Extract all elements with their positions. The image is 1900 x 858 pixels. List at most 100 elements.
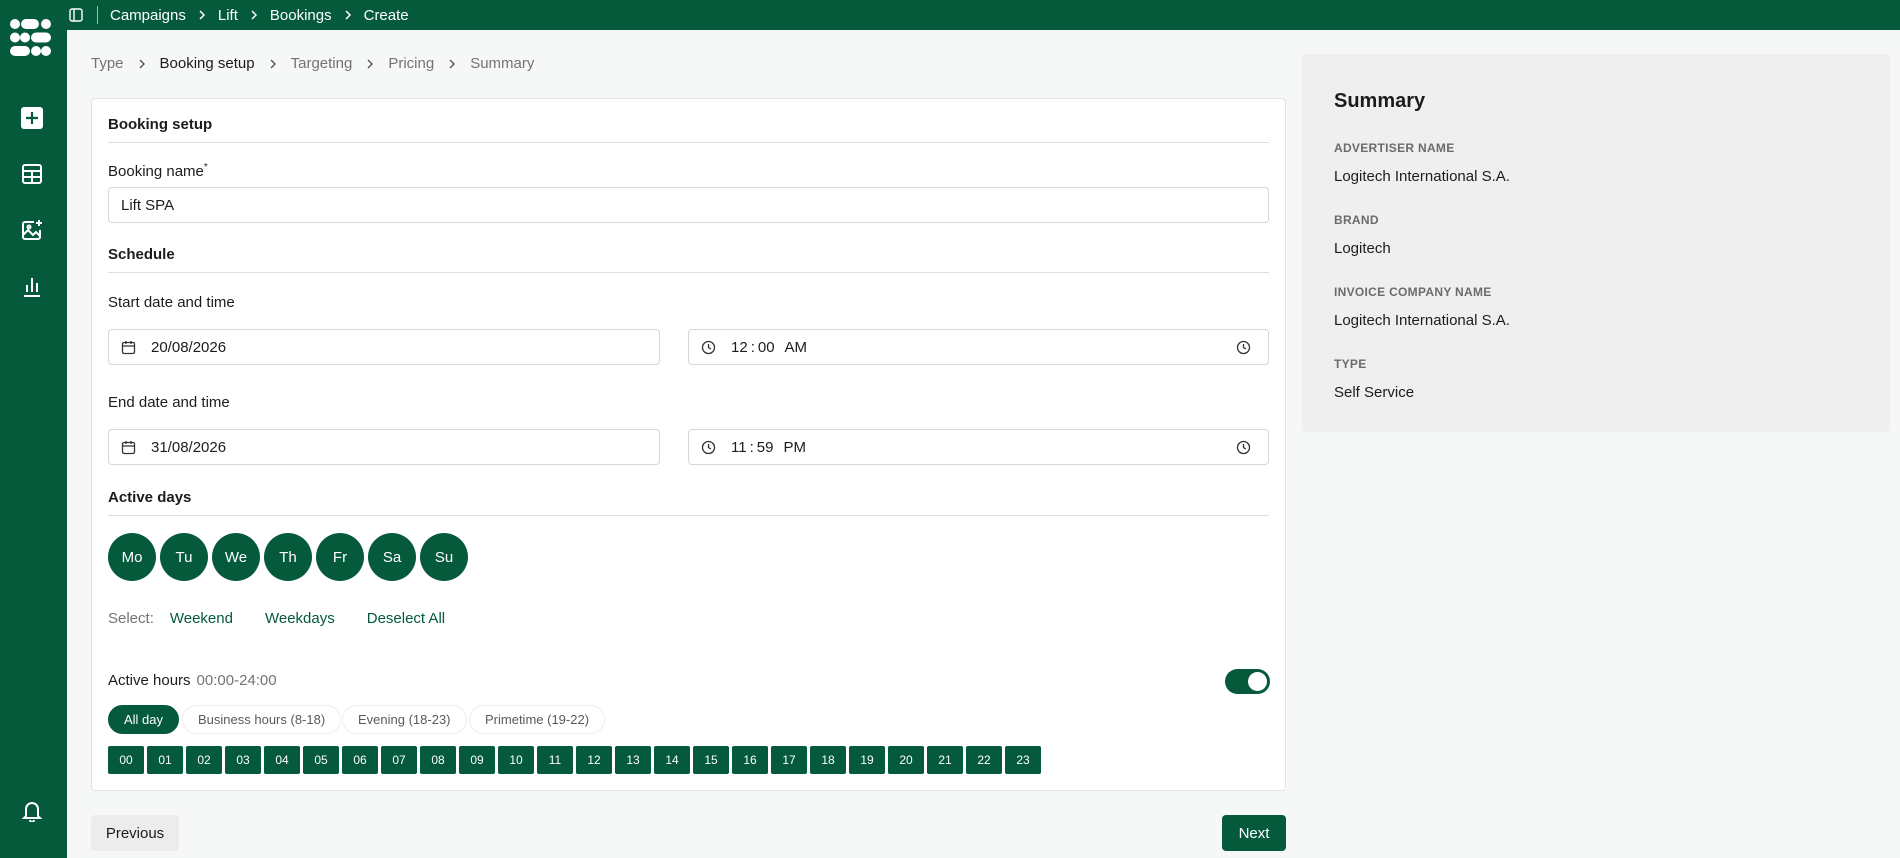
summary-title: Summary: [1334, 90, 1426, 112]
hour-cell[interactable]: 19: [849, 746, 885, 774]
start-time-hour[interactable]: 12: [731, 339, 748, 356]
start-time-ampm[interactable]: AM: [785, 339, 808, 356]
booking-name-input[interactable]: Lift SPA: [108, 187, 1269, 223]
start-time-input[interactable]: 12 : 00 AM: [688, 329, 1269, 365]
chart-icon[interactable]: [18, 272, 45, 299]
step-pricing[interactable]: Pricing: [388, 55, 434, 72]
active-days-title: Active days: [108, 489, 192, 506]
wizard-steps: Type Booking setup Targeting Pricing Sum…: [91, 55, 534, 72]
hour-cell[interactable]: 17: [771, 746, 807, 774]
next-button[interactable]: Next: [1222, 815, 1286, 851]
hour-cell[interactable]: 03: [225, 746, 261, 774]
day-su[interactable]: Su: [420, 533, 468, 581]
hour-cell[interactable]: 15: [693, 746, 729, 774]
hour-cell[interactable]: 20: [888, 746, 924, 774]
day-tu[interactable]: Tu: [160, 533, 208, 581]
chevron-right-icon: [366, 59, 374, 69]
end-time-hour[interactable]: 11: [731, 439, 747, 456]
app-logo-icon[interactable]: [9, 18, 52, 57]
end-time-minute[interactable]: 59: [757, 439, 774, 456]
chevron-right-icon: [250, 10, 258, 20]
end-time-ampm[interactable]: PM: [783, 439, 806, 456]
start-date-input[interactable]: 20/08/2026: [108, 329, 660, 365]
chevron-right-icon: [138, 59, 146, 69]
sidebar: [0, 0, 67, 858]
end-date-value: 31/08/2026: [151, 438, 227, 456]
previous-button[interactable]: Previous: [91, 815, 179, 851]
start-time-minute[interactable]: 00: [758, 339, 775, 356]
summary-value-invoice-company: Logitech International S.A.: [1334, 312, 1510, 329]
calendar-icon: [121, 439, 137, 455]
day-select-row: Select: Weekend Weekdays Deselect All: [108, 610, 477, 627]
step-booking-setup[interactable]: Booking setup: [160, 55, 255, 72]
step-summary[interactable]: Summary: [470, 55, 534, 72]
clock-icon[interactable]: [1236, 440, 1252, 456]
preset-all-day[interactable]: All day: [108, 705, 180, 734]
start-date-value: 20/08/2026: [151, 338, 227, 356]
hour-cell[interactable]: 12: [576, 746, 612, 774]
hour-cell[interactable]: 07: [381, 746, 417, 774]
active-hours-toggle[interactable]: [1225, 669, 1270, 694]
preset-primetime[interactable]: Primetime (19-22): [469, 705, 606, 734]
hour-cell[interactable]: 06: [342, 746, 378, 774]
day-th[interactable]: Th: [264, 533, 312, 581]
start-date-label: Start date and time: [108, 294, 235, 311]
hour-cell[interactable]: 23: [1005, 746, 1041, 774]
summary-key-invoice-company: INVOICE COMPANY NAME: [1334, 285, 1492, 299]
breadcrumb-campaigns[interactable]: Campaigns: [110, 7, 186, 24]
table-icon[interactable]: [18, 160, 45, 187]
section-title: Booking setup: [108, 116, 213, 133]
day-mo[interactable]: Mo: [108, 533, 156, 581]
select-label: Select:: [108, 610, 154, 627]
divider: [108, 142, 1269, 143]
hour-cell[interactable]: 02: [186, 746, 222, 774]
summary-key-brand: BRAND: [1334, 213, 1379, 227]
preset-evening[interactable]: Evening (18-23): [342, 705, 467, 734]
active-hours-label: Active hours 00:00-24:00: [108, 672, 277, 689]
sidebar-panel-icon[interactable]: [69, 7, 85, 23]
image-add-icon[interactable]: [18, 216, 45, 243]
toggle-knob: [1248, 672, 1267, 691]
hour-cell[interactable]: 11: [537, 746, 573, 774]
summary-key-type: TYPE: [1334, 357, 1367, 371]
booking-setup-card: Booking setup Booking name* Lift SPA Sch…: [91, 98, 1286, 791]
breadcrumb-bookings[interactable]: Bookings: [270, 7, 332, 24]
select-weekend-link[interactable]: Weekend: [170, 610, 233, 627]
clock-icon[interactable]: [1236, 340, 1252, 356]
hour-cell[interactable]: 08: [420, 746, 456, 774]
booking-name-value: Lift SPA: [121, 196, 175, 214]
day-fr[interactable]: Fr: [316, 533, 364, 581]
schedule-title: Schedule: [108, 246, 175, 263]
hour-cell[interactable]: 05: [303, 746, 339, 774]
hour-cell[interactable]: 22: [966, 746, 1002, 774]
end-time-input[interactable]: 11 : 59 PM: [688, 429, 1269, 465]
summary-value-brand: Logitech: [1334, 240, 1391, 257]
clock-icon: [701, 439, 717, 455]
end-date-input[interactable]: 31/08/2026: [108, 429, 660, 465]
chevron-right-icon: [448, 59, 456, 69]
hour-cell[interactable]: 13: [615, 746, 651, 774]
step-type[interactable]: Type: [91, 55, 124, 72]
summary-panel: Summary ADVERTISER NAME Logitech Interna…: [1302, 54, 1890, 432]
divider: [108, 272, 1269, 273]
time-separator: :: [749, 438, 754, 456]
hour-cell[interactable]: 04: [264, 746, 300, 774]
hour-cell[interactable]: 01: [147, 746, 183, 774]
bell-icon[interactable]: [18, 797, 45, 824]
day-we[interactable]: We: [212, 533, 260, 581]
hour-cell[interactable]: 14: [654, 746, 690, 774]
hour-cell[interactable]: 16: [732, 746, 768, 774]
deselect-all-link[interactable]: Deselect All: [367, 610, 445, 627]
preset-business-hours[interactable]: Business hours (8-18): [182, 705, 342, 734]
hour-cell[interactable]: 10: [498, 746, 534, 774]
add-icon[interactable]: [18, 104, 45, 131]
breadcrumb-lift[interactable]: Lift: [218, 7, 238, 24]
select-weekdays-link[interactable]: Weekdays: [265, 610, 335, 627]
hour-cell[interactable]: 18: [810, 746, 846, 774]
hour-cell[interactable]: 21: [927, 746, 963, 774]
step-targeting[interactable]: Targeting: [291, 55, 353, 72]
hour-cell[interactable]: 00: [108, 746, 144, 774]
hour-cell[interactable]: 09: [459, 746, 495, 774]
calendar-icon: [121, 339, 137, 355]
day-sa[interactable]: Sa: [368, 533, 416, 581]
